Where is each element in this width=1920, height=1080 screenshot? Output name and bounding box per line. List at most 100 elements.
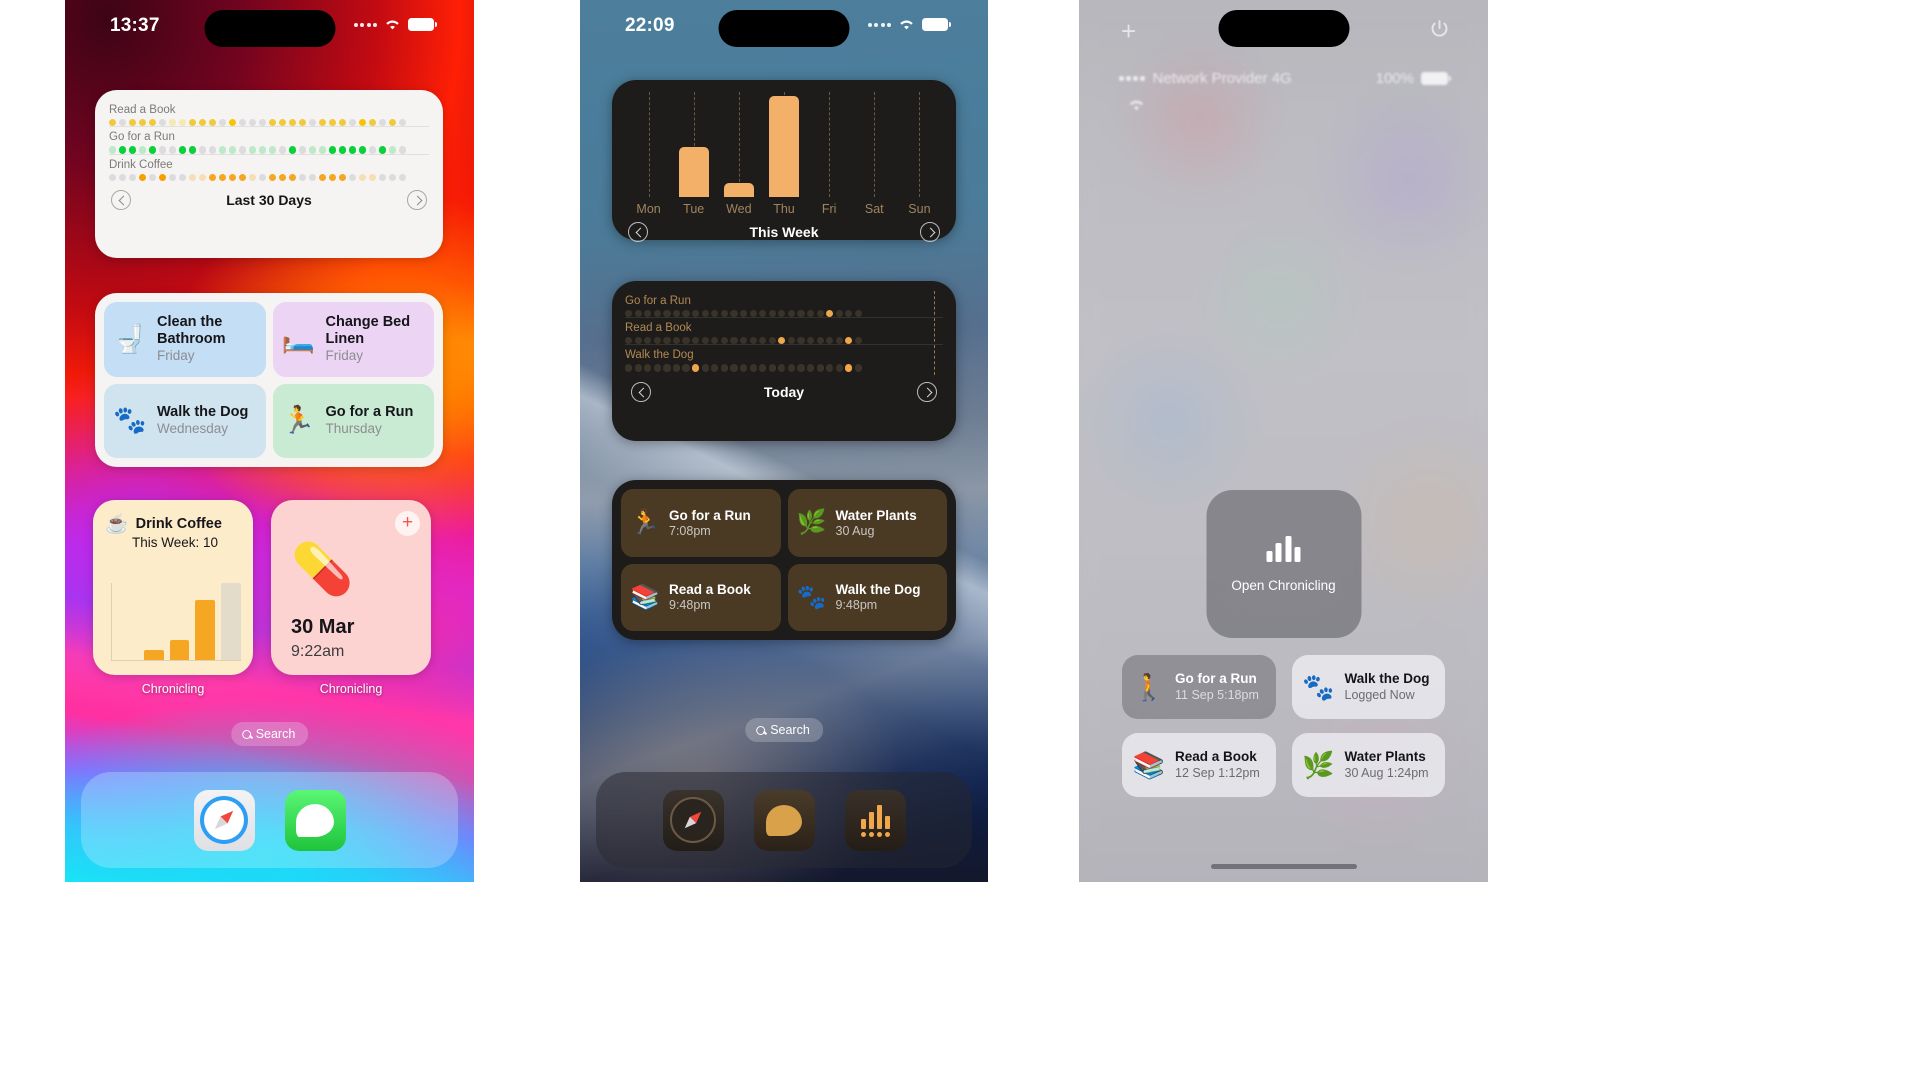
safari-icon[interactable] (662, 789, 724, 851)
bar-col (763, 92, 804, 197)
task-grid: 🚽 Clean the Bathroom Friday 🛏️ Change Be… (104, 302, 434, 458)
chevron-right-circle-icon[interactable] (920, 222, 940, 242)
recent-logs-card[interactable]: 🏃 Go for a Run 7:08pm 🌿 Water Plants 30 … (612, 480, 956, 640)
habit-dot (178, 146, 187, 154)
plus-icon[interactable]: + (1121, 18, 1136, 44)
quick-action-sub: 30 Aug 1:24pm (1344, 765, 1429, 780)
messages-icon[interactable] (284, 789, 346, 851)
habit-dot-row (109, 119, 429, 127)
task-when: Friday (325, 347, 364, 363)
habit-dot (148, 119, 157, 127)
habit-dot (318, 173, 327, 182)
habit-dot (318, 146, 327, 154)
habit-dot (198, 119, 207, 127)
dock-1 (81, 772, 458, 868)
habit-dot (653, 310, 661, 318)
habit-grid-card-dark[interactable]: Go for a Run Read a Book Walk the Dog To… (612, 281, 956, 441)
search-button[interactable]: Search (230, 722, 309, 746)
habit-dot (759, 310, 767, 318)
quick-action-item[interactable]: 📚 Read a Book 12 Sep 1:12pm (1122, 733, 1276, 797)
chevron-right-circle-icon[interactable] (917, 381, 937, 402)
habit-dot (768, 337, 776, 345)
habit-row: Read a Book (109, 100, 429, 127)
quick-action-item[interactable]: 🐾 Walk the Dog Logged Now (1291, 655, 1445, 719)
habit-grid-card[interactable]: Read a Book Go for a Run Drink Coffee La… (95, 90, 443, 258)
habit-dot (711, 364, 719, 372)
habit-dot (625, 364, 633, 372)
log-tile[interactable]: 📚 Read a Book 9:48pm (621, 563, 781, 631)
habit-dot (749, 310, 757, 318)
task-cell[interactable]: 🐾 Walk the Dog Wednesday (104, 383, 266, 458)
habit-dot (806, 364, 815, 372)
habit-dot (634, 310, 642, 318)
open-app-button[interactable]: Open Chronicling (1206, 490, 1361, 638)
task-cell[interactable]: 🛏️ Change Bed Linen Friday (272, 302, 434, 377)
habit-dot (835, 364, 843, 372)
habit-dot (109, 173, 117, 182)
wifi-icon (1127, 98, 1146, 116)
search-label: Search (255, 727, 296, 741)
habit-dot (268, 146, 277, 154)
plus-icon[interactable]: + (395, 511, 420, 536)
habit-grid-footer: Last 30 Days (109, 190, 429, 211)
widget-label: Chronicling (141, 682, 205, 696)
habit-dot (816, 364, 824, 372)
today-marker (934, 291, 935, 321)
task-cell[interactable]: 🚽 Clean the Bathroom Friday (104, 302, 266, 377)
axis-tick: Mon (636, 202, 661, 216)
habit-dot (653, 337, 661, 345)
habit-dot (854, 364, 863, 372)
chevron-left-circle-icon[interactable] (111, 190, 131, 211)
axis-tick: Sun (908, 202, 931, 216)
safari-icon[interactable] (193, 789, 255, 851)
task-cell[interactable]: 🏃 Go for a Run Thursday (272, 383, 434, 458)
habit-dot (768, 310, 776, 318)
widget-drink-coffee[interactable]: ☕ Drink Coffee This Week: 10 Chronicling (93, 500, 253, 696)
chevron-left-circle-icon[interactable] (628, 222, 648, 242)
habit-dot-row (625, 337, 943, 345)
log-tile[interactable]: 🌿 Water Plants 30 Aug (787, 489, 947, 557)
runner-icon: 🏃 (630, 509, 660, 537)
habit-grid-footer: Today (625, 381, 943, 402)
quick-action-item[interactable]: 🌿 Water Plants 30 Aug 1:24pm (1291, 733, 1445, 797)
log-tile[interactable]: 🐾 Walk the Dog 9:48pm (787, 563, 947, 631)
widget-pills[interactable]: + 💊 30 Mar 9:22am Chronicling (271, 500, 431, 696)
task-card[interactable]: 🚽 Clean the Bathroom Friday 🛏️ Change Be… (95, 293, 443, 467)
coffee-subtitle: This Week: 10 (132, 535, 219, 550)
books-icon: 📚 (1132, 749, 1166, 780)
books-icon: 📚 (630, 583, 660, 611)
pill-card[interactable]: + 💊 30 Mar 9:22am (271, 500, 431, 675)
habit-dot (778, 310, 786, 318)
habit-dot (739, 337, 748, 345)
habit-dot (188, 146, 197, 154)
chevron-left-circle-icon[interactable] (631, 381, 651, 402)
today-marker (934, 345, 935, 375)
habit-dot (720, 310, 728, 318)
power-icon[interactable] (1429, 18, 1450, 39)
week-chart-card[interactable]: Mon Tue Wed Thu Fri Sat Sun This Week (612, 80, 956, 242)
chronicling-icon[interactable] (844, 789, 906, 851)
habit-dot (118, 173, 127, 182)
battery-icon (922, 18, 951, 31)
search-button[interactable]: Search (745, 718, 823, 742)
habit-dot (248, 119, 257, 127)
log-tile[interactable]: 🏃 Go for a Run 7:08pm (621, 489, 781, 557)
chevron-right-circle-icon[interactable] (407, 190, 427, 211)
coffee-header: ☕ Drink Coffee (105, 512, 241, 536)
habit-dot (739, 310, 748, 318)
quick-action-item[interactable]: 🚶 Go for a Run 11 Sep 5:18pm (1122, 655, 1276, 719)
habit-dot (845, 364, 853, 372)
wifi-icon (900, 20, 913, 30)
messages-icon[interactable] (753, 789, 815, 851)
habit-dot (318, 119, 327, 127)
habit-dot (378, 119, 386, 127)
axis-tick: Fri (821, 202, 837, 216)
habit-dot (138, 146, 147, 154)
coffee-title: Drink Coffee (135, 516, 222, 532)
habit-dot (358, 173, 366, 182)
pills-icon: 💊 (291, 541, 354, 597)
bar-col (809, 92, 850, 197)
signal-dots-icon (867, 22, 891, 27)
coffee-card[interactable]: ☕ Drink Coffee This Week: 10 (93, 500, 253, 675)
habit-dot (168, 173, 177, 182)
